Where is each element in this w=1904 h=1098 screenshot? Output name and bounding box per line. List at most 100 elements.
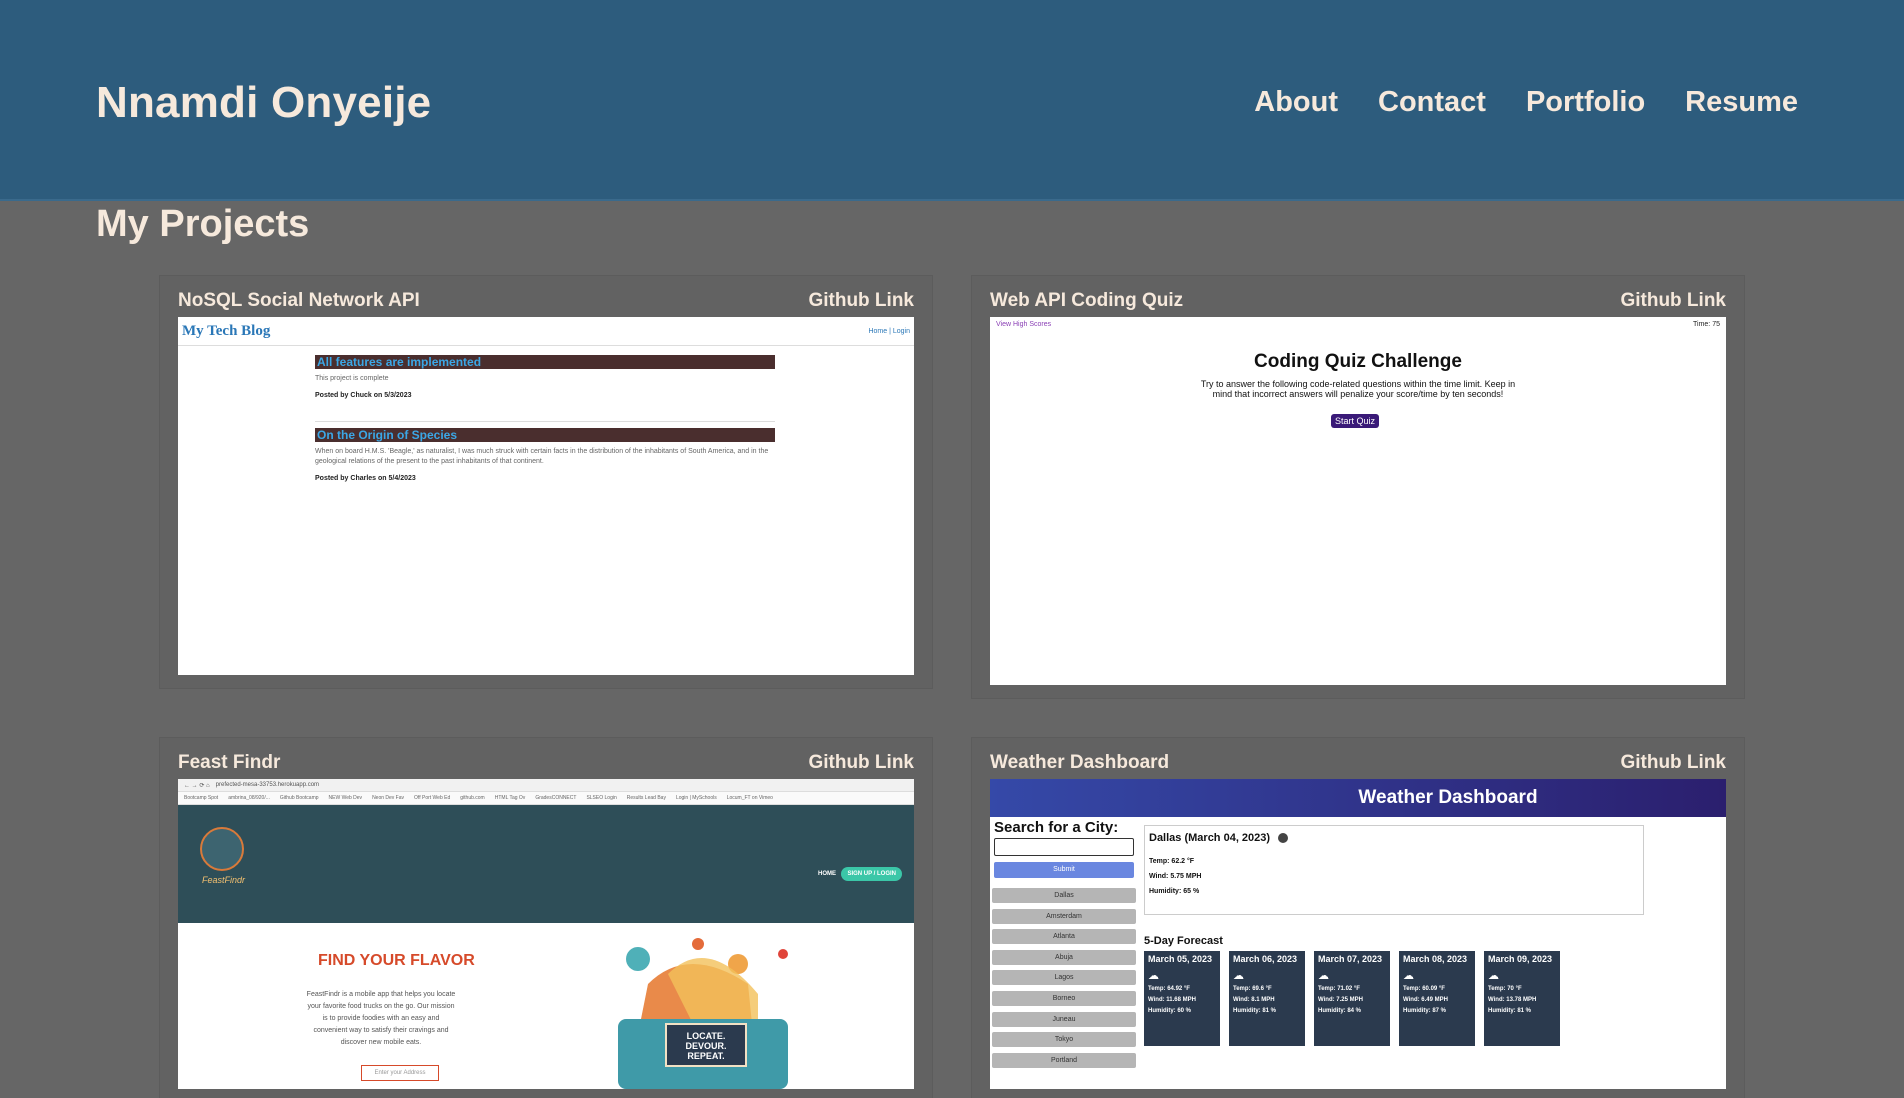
browser-address-bar: ← → ⟳ ⌂ prefected-mesa-33753.herokuapp.c…	[178, 779, 914, 792]
city-history-item: Lagos	[992, 970, 1136, 986]
post-title: All features are implemented	[315, 355, 775, 369]
section-title: My Projects	[96, 203, 310, 245]
site-header: Nnamdi Onyeije About Contact Portfolio R…	[0, 0, 1904, 201]
forecast-card: March 05, 2023 ☁ Temp: 64.92 °F Wind: 11…	[1144, 951, 1220, 1046]
github-link[interactable]: Github Link	[1620, 752, 1726, 774]
city-history-item: Dallas	[992, 888, 1136, 903]
project-screenshot[interactable]: Weather Dashboard Search for a City: Sub…	[990, 779, 1726, 1089]
weather-condition-icon	[1278, 833, 1289, 844]
blog-name: My Tech Blog	[182, 322, 271, 339]
project-title: Feast Findr	[178, 752, 281, 773]
forecast-temp: Temp: 70 °F	[1488, 986, 1522, 992]
forecast-wind: Wind: 8.1 MPH	[1233, 997, 1275, 1003]
project-card-weather: Weather Dashboard Github Link Weather Da…	[972, 738, 1744, 1098]
github-link[interactable]: Github Link	[808, 752, 914, 774]
feast-navbar: FeastFindr HOME SIGN UP / LOGIN	[178, 805, 914, 923]
forecast-humidity: Humidity: 81 %	[1488, 1008, 1532, 1014]
nav-contact[interactable]: Contact	[1378, 86, 1486, 119]
bookmarks-bar: Bootcamp Spot ambrina_08/920/... Github …	[178, 792, 914, 805]
feast-signup-button: SIGN UP / LOGIN	[841, 867, 902, 881]
card-header: Weather Dashboard Github Link	[990, 752, 1726, 774]
forecast-date: March 07, 2023	[1318, 954, 1383, 964]
github-link[interactable]: Github Link	[1620, 290, 1726, 312]
bookmark: Bootcamp Spot	[184, 795, 219, 801]
city-history-item: Juneau	[992, 1011, 1136, 1027]
bookmark: HTML Tag Ov	[494, 795, 526, 801]
city-history-item: Portland	[992, 1052, 1136, 1068]
quiz-title: Coding Quiz Challenge	[1254, 351, 1462, 372]
forecast-date: March 05, 2023	[1148, 954, 1213, 964]
feast-headline: FIND YOUR FLAVOR	[318, 952, 475, 969]
forecast-humidity: Humidity: 60 %	[1148, 1008, 1192, 1014]
bookmark: Locum_FT on Vimeo	[726, 795, 773, 801]
feast-description: FeastFindr is a mobile app that helps yo…	[306, 991, 456, 1046]
nav-about[interactable]: About	[1254, 86, 1338, 119]
post-meta: Posted by Charles on 5/4/2023	[315, 475, 416, 482]
browser-nav-icons: ← → ⟳ ⌂	[184, 782, 210, 789]
bookmark: github.com	[460, 795, 485, 801]
city-search-label: Search for a City:	[994, 819, 1119, 836]
card-header: Web API Coding Quiz Github Link	[990, 290, 1726, 312]
card-header: Feast Findr Github Link	[178, 752, 914, 774]
post-title: On the Origin of Species	[315, 428, 775, 442]
quiz-instructions: Try to answer the following code-related…	[1200, 379, 1516, 399]
current-wind: Wind: 5.75 MPH	[1149, 873, 1202, 880]
bookmark: Github Bootcamp	[279, 795, 319, 801]
city-history-item: Abuja	[992, 949, 1136, 965]
current-humidity: Humidity: 65 %	[1149, 888, 1200, 895]
current-weather-heading: Dallas (March 04, 2023)	[1149, 832, 1271, 844]
forecast-humidity: Humidity: 84 %	[1318, 1008, 1362, 1014]
start-quiz-button: Start Quiz	[1331, 414, 1380, 428]
project-title: Weather Dashboard	[990, 752, 1170, 773]
forecast-temp: Temp: 71.02 °F	[1318, 986, 1360, 992]
project-title: Web API Coding Quiz	[990, 290, 1184, 311]
weather-sidebar: Search for a City: Submit Dallas Amsterd…	[992, 819, 1138, 1073]
food-truck-illustration: LOCATE. DEVOUR. REPEAT.	[618, 938, 788, 1089]
card-header: NoSQL Social Network API Github Link	[178, 290, 914, 312]
truck-sign-text: LOCATE. DEVOUR. REPEAT.	[685, 1031, 726, 1061]
city-history-item: Borneo	[992, 990, 1136, 1006]
forecast-wind: Wind: 6.49 MPH	[1403, 997, 1448, 1003]
forecast-humidity: Humidity: 81 %	[1233, 1008, 1277, 1014]
forecast-card: March 07, 2023 ☁ Temp: 71.02 °F Wind: 7.…	[1314, 951, 1390, 1046]
forecast-temp: Temp: 60.09 °F	[1403, 986, 1445, 992]
food-truck-logo-icon	[200, 827, 244, 871]
feast-address-input: Enter your Address	[361, 1065, 439, 1081]
nav-resume[interactable]: Resume	[1685, 86, 1798, 119]
project-title: NoSQL Social Network API	[178, 290, 420, 311]
forecast-humidity: Humidity: 87 %	[1403, 1008, 1447, 1014]
project-screenshot[interactable]: View High Scores Time: 75 Coding Quiz Ch…	[990, 317, 1726, 685]
forecast-wind: Wind: 13.78 MPH	[1488, 997, 1537, 1003]
blog-post: All features are implemented This projec…	[315, 355, 775, 399]
site-title: Nnamdi Onyeije	[96, 78, 432, 127]
blog-post: On the Origin of Species When on board H…	[315, 421, 775, 482]
project-screenshot[interactable]: ← → ⟳ ⌂ prefected-mesa-33753.herokuapp.c…	[178, 779, 914, 1089]
submit-button: Submit	[994, 862, 1134, 878]
quiz-timer: Time: 75	[1693, 321, 1720, 328]
blog-navbar: My Tech Blog Home | Login	[178, 317, 914, 346]
project-screenshot[interactable]: My Tech Blog Home | Login All features a…	[178, 317, 914, 675]
bookmark: SLSEO Login	[586, 795, 617, 801]
project-card-quiz: Web API Coding Quiz Github Link View Hig…	[972, 276, 1744, 698]
high-scores-link: View High Scores	[996, 321, 1052, 328]
city-history-item: Atlanta	[992, 929, 1136, 945]
forecast-temp: Temp: 69.6 °F	[1233, 986, 1272, 992]
cloud-icon: ☁	[1488, 970, 1499, 982]
forecast-wind: Wind: 11.68 MPH	[1148, 997, 1196, 1003]
nav-portfolio[interactable]: Portfolio	[1526, 86, 1645, 119]
city-history-item: Amsterdam	[992, 908, 1136, 924]
cloud-icon: ☁	[1403, 970, 1414, 982]
bookmark: Login | MySchools	[675, 795, 717, 801]
bookmark: NEW Web Dev	[328, 795, 363, 801]
forecast-date: March 09, 2023	[1488, 954, 1553, 964]
forecast-temp: Temp: 64.92 °F	[1148, 986, 1190, 992]
city-history-item: Tokyo	[992, 1032, 1136, 1048]
cloud-icon: ☁	[1318, 970, 1329, 982]
city-search-input	[994, 838, 1134, 856]
forecast-date: March 08, 2023	[1403, 954, 1468, 964]
bookmark: Off Port Web Ed	[414, 795, 451, 801]
post-body: When on board H.M.S. 'Beagle,' as natura…	[315, 448, 769, 465]
forecast-card: March 06, 2023 ☁ Temp: 69.6 °F Wind: 8.1…	[1229, 951, 1305, 1046]
project-card-feast-findr: Feast Findr Github Link ← → ⟳ ⌂ prefecte…	[160, 738, 932, 1098]
github-link[interactable]: Github Link	[808, 290, 914, 312]
